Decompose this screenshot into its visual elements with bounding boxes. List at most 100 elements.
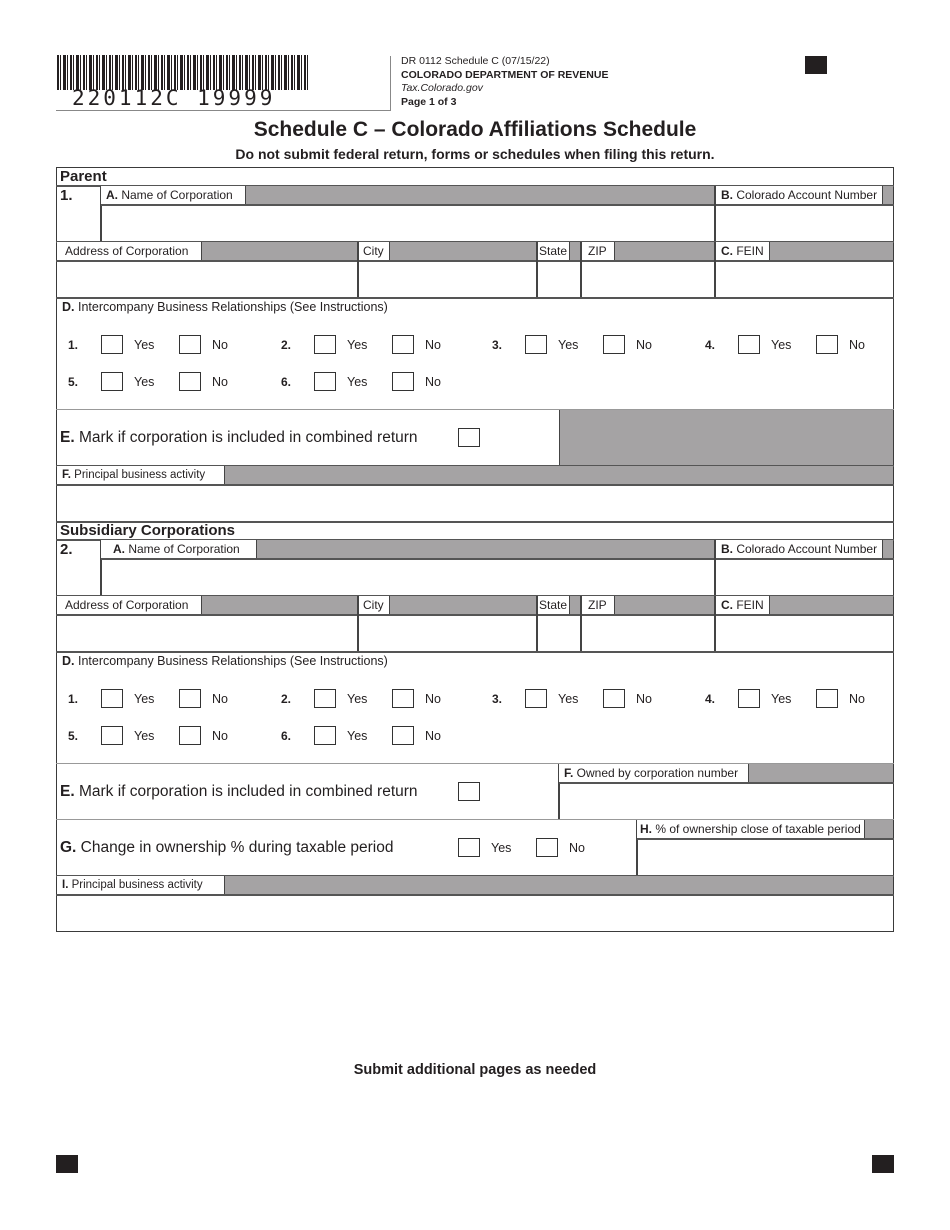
registration-mark-bottom-right	[872, 1155, 894, 1173]
owned-by-label: F. Owned by corporation number	[559, 764, 749, 782]
yes-label: Yes	[347, 692, 368, 706]
subsidiary-address-input[interactable]	[58, 616, 356, 651]
shaded-area	[559, 410, 893, 465]
parent-relationship-5-yes-checkbox[interactable]	[101, 372, 123, 391]
parent-name-input[interactable]	[102, 206, 714, 241]
relationship-number: 5.	[68, 729, 79, 743]
line-number: 1.	[60, 187, 73, 204]
registration-mark-top	[805, 56, 827, 74]
no-label: No	[212, 375, 228, 389]
no-label: No	[425, 729, 441, 743]
no-label: No	[212, 692, 228, 706]
city-label: City	[357, 242, 390, 260]
form-info: DR 0112 Schedule C (07/15/22) COLORADO D…	[401, 55, 608, 109]
yes-label: Yes	[558, 338, 579, 352]
subsidiary-relationship-5-no-checkbox[interactable]	[179, 726, 201, 745]
address-label: Address of Corporation	[57, 242, 202, 260]
address-label: Address of Corporation	[57, 596, 202, 614]
parent-address-input[interactable]	[58, 262, 356, 297]
parent-account-input[interactable]	[716, 206, 892, 241]
zip-label: ZIP	[580, 242, 615, 260]
parent-relationship-3-no-checkbox[interactable]	[603, 335, 625, 354]
parent-relationship-4-yes-checkbox[interactable]	[738, 335, 760, 354]
yes-label: Yes	[558, 692, 579, 706]
change-label: G. Change in ownership % during taxable …	[60, 839, 394, 856]
parent-relationship-5-no-checkbox[interactable]	[179, 372, 201, 391]
relationship-number: 2.	[281, 692, 292, 706]
parent-relationship-6-yes-checkbox[interactable]	[314, 372, 336, 391]
subsidiary-relationship-1-yes-checkbox[interactable]	[101, 689, 123, 708]
fein-label: C. FEIN	[715, 596, 770, 614]
activity-label: F. Principal business activity	[57, 466, 225, 484]
relationship-number: 3.	[492, 692, 503, 706]
relationships-label: D. Intercompany Business Relationships (…	[62, 654, 388, 668]
subsidiary-combined-checkbox[interactable]	[458, 782, 480, 801]
yes-label: Yes	[347, 338, 368, 352]
relationship-number: 1.	[68, 338, 79, 352]
parent-relationship-1-yes-checkbox[interactable]	[101, 335, 123, 354]
subsidiary-relationship-4-yes-checkbox[interactable]	[738, 689, 760, 708]
name-label: A. Name of Corporation	[101, 540, 257, 558]
subsidiary-account-input[interactable]	[716, 560, 892, 595]
section-parent: Parent	[60, 168, 107, 185]
pct-input[interactable]	[638, 840, 892, 875]
no-label: No	[212, 338, 228, 352]
relationship-number: 2.	[281, 338, 292, 352]
parent-relationship-1-no-checkbox[interactable]	[179, 335, 201, 354]
yes-label: Yes	[771, 338, 792, 352]
parent-zip-input[interactable]	[582, 262, 713, 297]
no-label: No	[425, 338, 441, 352]
owned-by-input[interactable]	[560, 784, 892, 819]
subsidiary-activity-input[interactable]	[58, 896, 892, 930]
page-number: Page 1 of 3	[401, 95, 457, 108]
subsidiary-city-input[interactable]	[359, 616, 535, 651]
parent-state-input[interactable]	[538, 262, 579, 297]
department-name: COLORADO DEPARTMENT OF REVENUE	[401, 68, 609, 81]
subsidiary-relationship-2-yes-checkbox[interactable]	[314, 689, 336, 708]
subsidiary-relationship-4-no-checkbox[interactable]	[816, 689, 838, 708]
change-yes-checkbox[interactable]	[458, 838, 480, 857]
subsidiary-name-input[interactable]	[102, 560, 714, 595]
yes-label: Yes	[347, 729, 368, 743]
subsidiary-relationship-3-no-checkbox[interactable]	[603, 689, 625, 708]
subsidiary-zip-input[interactable]	[582, 616, 713, 651]
divider	[56, 651, 894, 653]
city-label: City	[357, 596, 390, 614]
section-subsidiary: Subsidiary Corporations	[60, 522, 236, 539]
parent-activity-input[interactable]	[58, 486, 892, 520]
parent-fein-input[interactable]	[716, 262, 892, 297]
relationship-number: 6.	[281, 375, 292, 389]
subsidiary-relationship-6-no-checkbox[interactable]	[392, 726, 414, 745]
pct-label: H. % of ownership close of taxable perio…	[637, 820, 865, 838]
parent-relationship-2-yes-checkbox[interactable]	[314, 335, 336, 354]
parent-relationship-3-yes-checkbox[interactable]	[525, 335, 547, 354]
footer-note: Submit additional pages as needed	[353, 1062, 597, 1078]
subsidiary-state-input[interactable]	[538, 616, 579, 651]
subsidiary-relationship-3-yes-checkbox[interactable]	[525, 689, 547, 708]
relationship-number: 4.	[705, 692, 716, 706]
state-label: State	[536, 242, 571, 260]
name-label: A. Name of Corporation	[101, 186, 246, 204]
no-label: No	[636, 338, 652, 352]
subsidiary-relationship-2-no-checkbox[interactable]	[392, 689, 414, 708]
no-label: No	[425, 375, 441, 389]
relationship-number: 1.	[68, 692, 79, 706]
parent-relationship-2-no-checkbox[interactable]	[392, 335, 414, 354]
parent-city-input[interactable]	[359, 262, 535, 297]
website: Tax.Colorado.gov	[401, 82, 483, 94]
subsidiary-relationship-1-no-checkbox[interactable]	[179, 689, 201, 708]
subsidiary-relationship-6-yes-checkbox[interactable]	[314, 726, 336, 745]
parent-combined-checkbox[interactable]	[458, 428, 480, 447]
yes-label: Yes	[134, 375, 155, 389]
page-subtitle: Do not submit federal return, forms or s…	[235, 146, 715, 162]
header-underline	[56, 110, 390, 111]
yes-label: Yes	[134, 729, 155, 743]
combined-label: E. Mark if corporation is included in co…	[60, 429, 418, 446]
no-label: No	[636, 692, 652, 706]
relationship-number: 6.	[281, 729, 292, 743]
parent-relationship-6-no-checkbox[interactable]	[392, 372, 414, 391]
subsidiary-fein-input[interactable]	[716, 616, 892, 651]
change-no-checkbox[interactable]	[536, 838, 558, 857]
subsidiary-relationship-5-yes-checkbox[interactable]	[101, 726, 123, 745]
parent-relationship-4-no-checkbox[interactable]	[816, 335, 838, 354]
